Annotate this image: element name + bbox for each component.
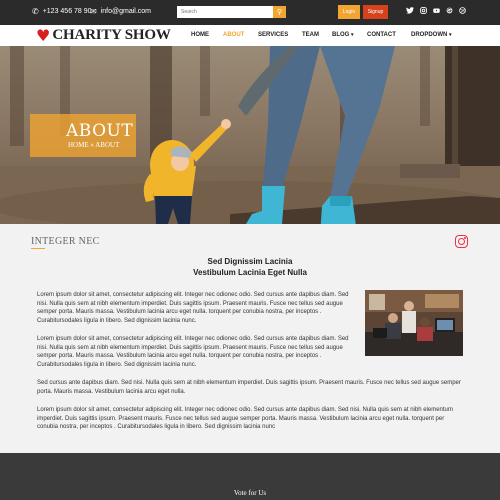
heading-underline [31,248,45,249]
chevron-down-icon: ▾ [351,32,354,38]
youtube-icon[interactable] [431,7,441,16]
nav-about[interactable]: ABOUT [223,32,244,38]
login-button[interactable]: Login [338,5,360,19]
page-title: ABOUT [66,121,134,141]
hero-title-badge: ABOUT HOME » ABOUT [30,114,136,157]
chevron-down-icon: ▾ [449,32,452,38]
paragraph-4: Lorem ipsum dolor sit amet, consectetur … [37,407,453,431]
breadcrumb-current: ABOUT [95,141,120,149]
instagram-icon[interactable] [418,7,428,16]
nav-contact[interactable]: CONTACT [367,32,396,38]
section-heading: INTEGER NEC [31,236,100,247]
phone-contact: ✆ +123 456 78 90 [32,7,92,16]
twitter-icon[interactable] [405,7,415,16]
envelope-icon: ✉ [90,7,97,16]
nav-dropdown[interactable]: DROPDOWN ▾ [411,32,452,38]
section-subtitle-line1: Sed Dignissim Lacinia [207,257,293,266]
footer-title: Vote for Us [233,489,267,497]
paragraph-1: Lorem ipsum dolor sit amet, consectetur … [37,292,349,324]
nav-blog-label[interactable]: BLOG [332,32,349,38]
globe-icon[interactable] [457,7,467,16]
brand-logo[interactable]: ♥ CHARITY SHOW [36,27,171,44]
hero-banner: ABOUT HOME » ABOUT [0,46,500,224]
main-navbar: ♥ CHARITY SHOW HOME ABOUT SERVICES TEAM … [0,25,500,46]
paragraph-3: Sed cursus ante dapibus diam. Sed nisi. … [37,380,461,395]
top-bar: ✆ +123 456 78 90 ✉ info@gmail.com ⚲ Logi… [0,0,500,25]
nav-team[interactable]: TEAM [302,32,319,38]
breadcrumb-separator: » [90,141,94,149]
phone-icon: ✆ [32,7,39,16]
nav-services[interactable]: SERVICES [258,32,288,38]
phone-number: +123 456 78 90 [42,8,92,15]
breadcrumb: HOME » ABOUT [68,141,119,149]
heart-icon: ♥ [36,25,51,45]
brand-name[interactable]: CHARITY SHOW [52,27,171,44]
search-icon: ⚲ [276,8,283,16]
nav-home[interactable]: HOME [191,32,209,38]
signup-button[interactable]: Signup [363,5,388,19]
section-subtitle-line2: Vestibulum Lacinia Eget Nulla [193,268,307,277]
google-icon[interactable] [444,7,454,16]
email-address[interactable]: info@gmail.com [101,8,151,15]
nav-dropdown-label[interactable]: DROPDOWN [411,32,447,38]
office-team-image [365,290,463,356]
nav-blog[interactable]: BLOG ▾ [332,32,354,38]
email-contact[interactable]: ✉ info@gmail.com [90,7,151,16]
breadcrumb-home[interactable]: HOME [68,141,89,149]
paragraph-2: Lorem ipsum dolor sit amet, consectetur … [37,336,349,368]
instagram-icon[interactable] [455,235,468,248]
search-button[interactable]: ⚲ [273,6,286,18]
search-input[interactable] [177,6,273,18]
